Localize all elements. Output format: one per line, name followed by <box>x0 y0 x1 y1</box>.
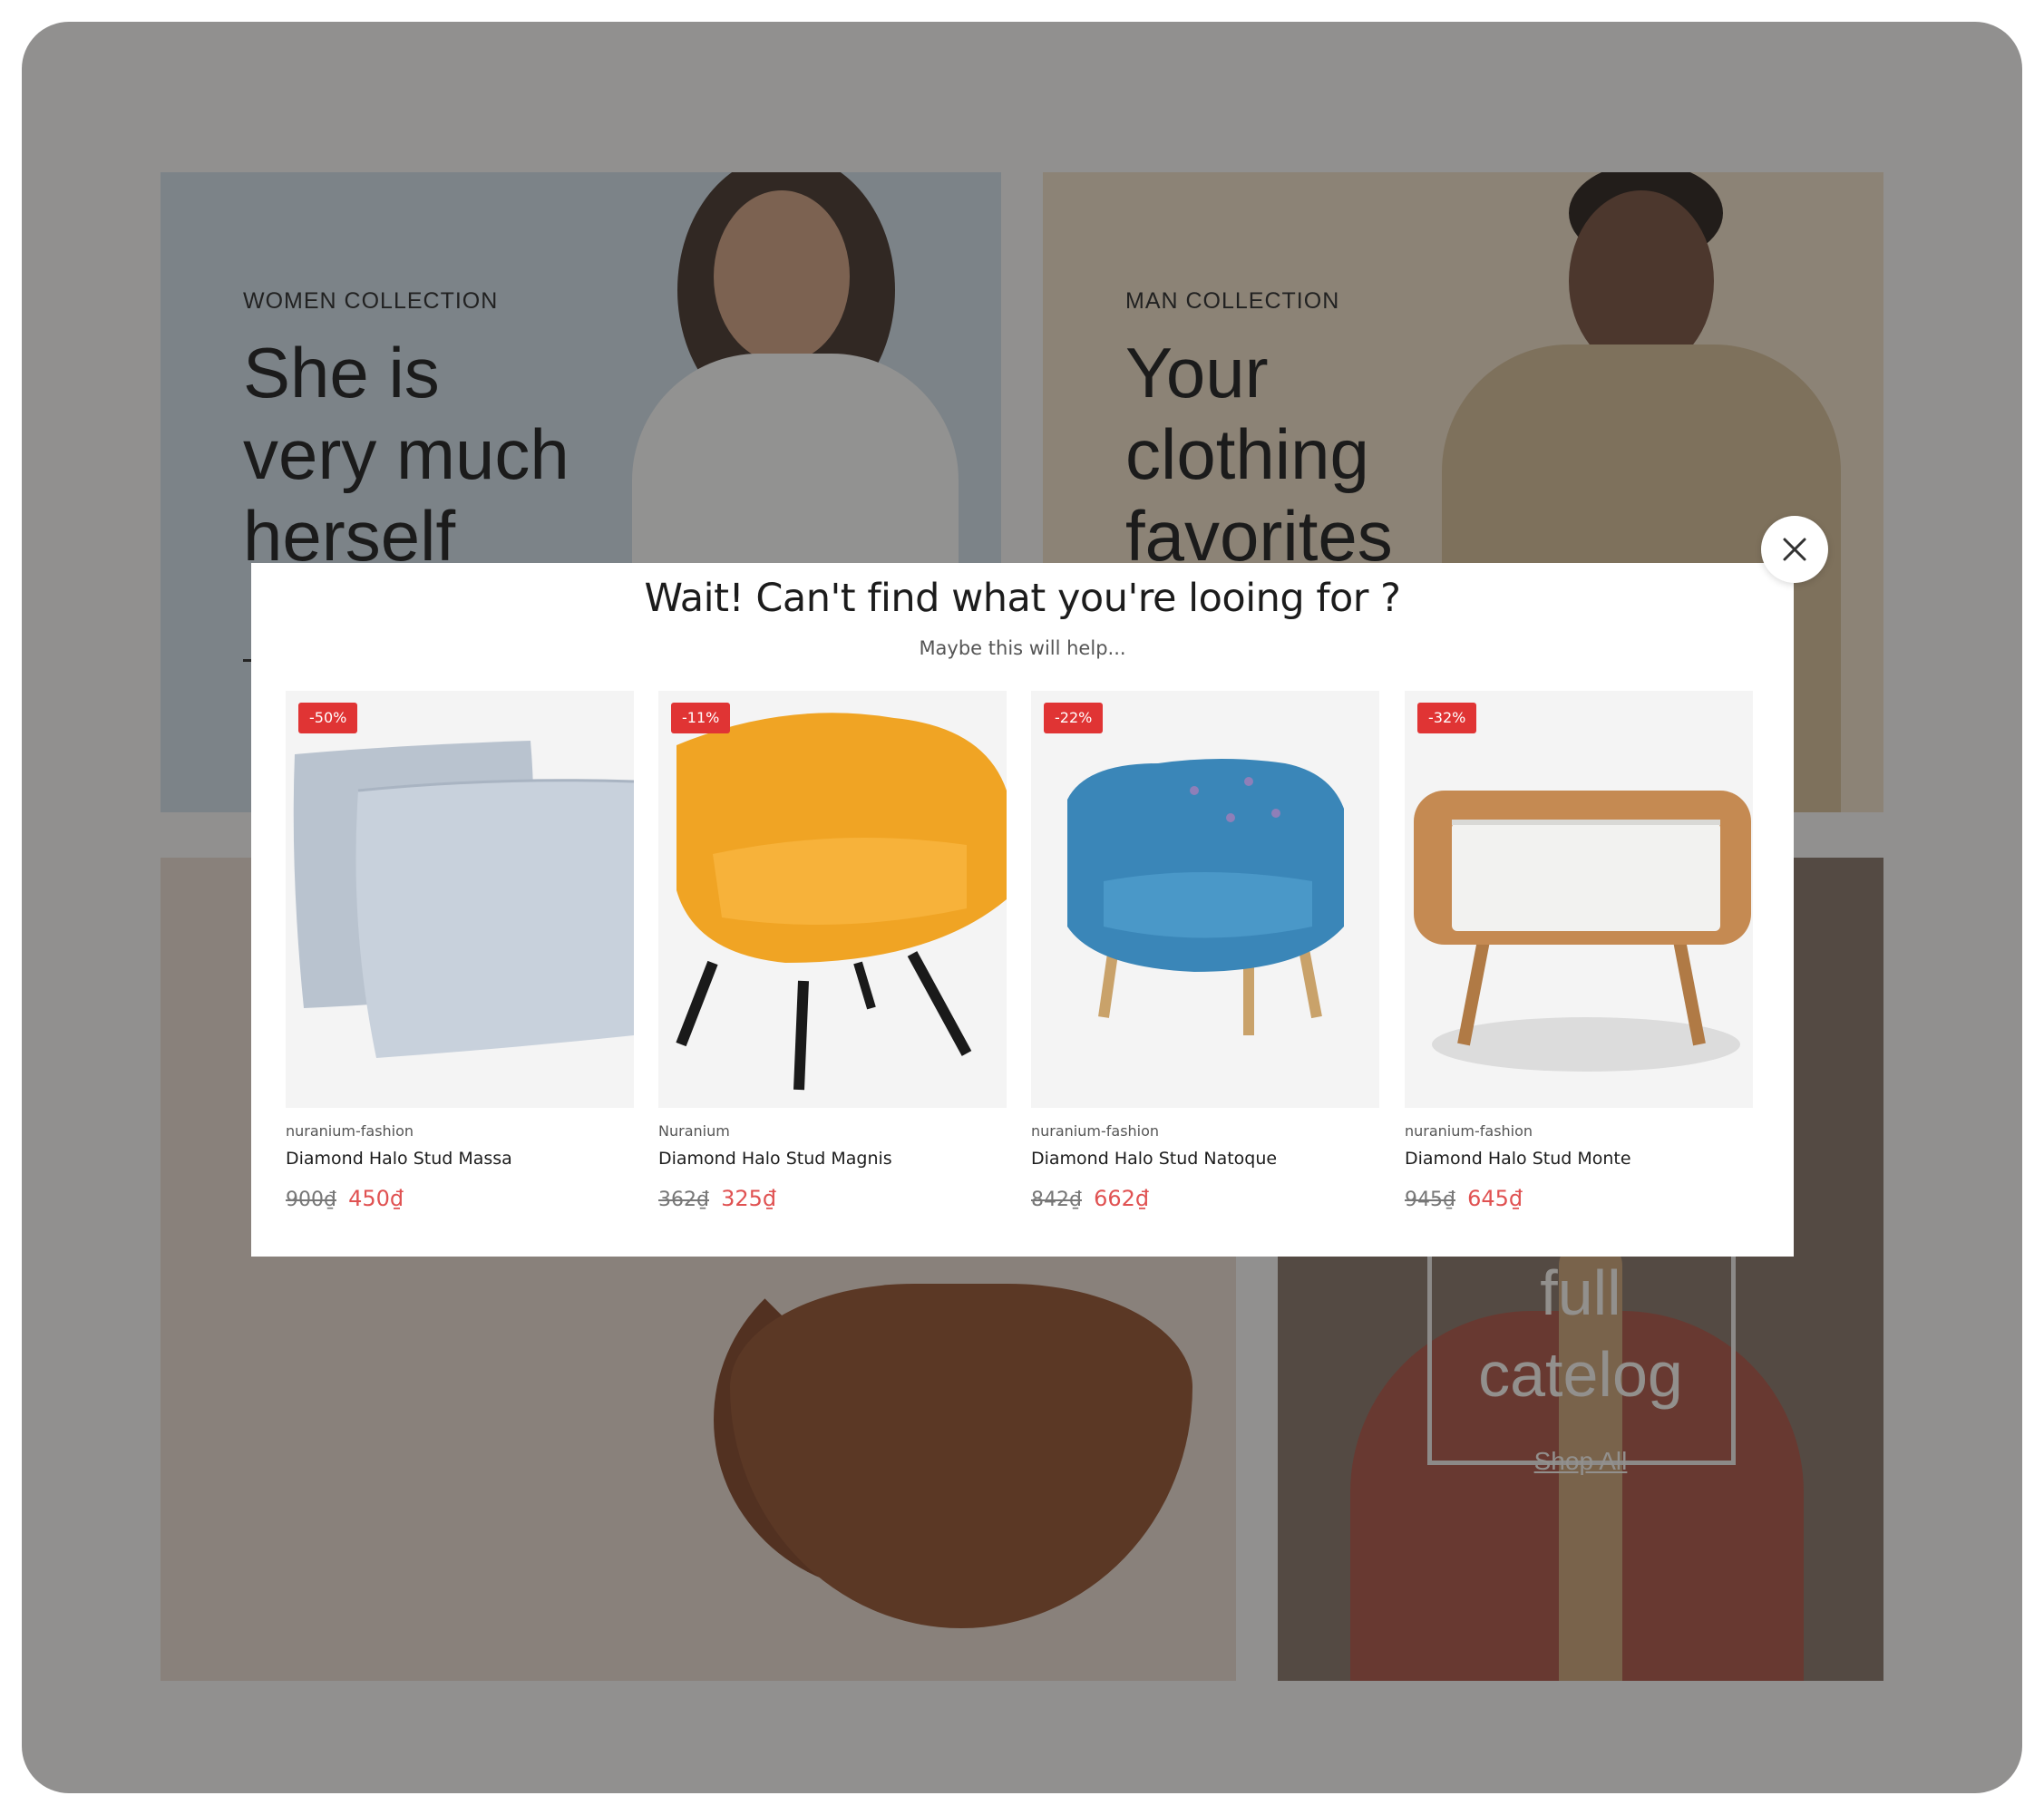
product-image[interactable]: -11% <box>658 691 1007 1108</box>
product-prices: 362₫ 325₫ <box>658 1186 776 1211</box>
nightstand-image <box>1414 791 1751 1072</box>
product-image[interactable]: -50% <box>286 691 634 1108</box>
close-modal-button[interactable] <box>1761 516 1828 583</box>
product-prices: 842₫ 662₫ <box>1031 1186 1149 1211</box>
product-prices: 900₫ 450₫ <box>286 1186 404 1211</box>
product-vendor[interactable]: Nuranium <box>658 1122 730 1140</box>
product-vendor[interactable]: nuranium-fashion <box>1405 1122 1533 1140</box>
modal-title: Wait! Can't find what you're looing for … <box>644 576 1401 621</box>
sale-price: 662₫ <box>1094 1186 1150 1211</box>
product-card[interactable]: -32% nuranium-fashion Diamond Halo Stud … <box>1405 691 1753 1211</box>
old-price: 945₫ <box>1405 1189 1455 1211</box>
sale-price: 645₫ <box>1467 1186 1523 1211</box>
product-vendor[interactable]: nuranium-fashion <box>286 1122 414 1140</box>
product-card[interactable]: -50% nuranium-fashion Diamond Halo Stud … <box>286 691 634 1211</box>
product-card[interactable]: -22% nuranium-fashion Diamond Halo Stud … <box>1031 691 1379 1211</box>
modal-subtitle: Maybe this will help... <box>919 637 1126 659</box>
product-name[interactable]: Diamond Halo Stud Massa <box>286 1149 512 1169</box>
product-image[interactable]: -32% <box>1405 691 1753 1108</box>
old-price: 842₫ <box>1031 1189 1082 1211</box>
discount-badge: -11% <box>671 703 731 733</box>
product-vendor[interactable]: nuranium-fashion <box>1031 1122 1159 1140</box>
old-price: 900₫ <box>286 1189 336 1211</box>
recommendation-modal: Wait! Can't find what you're looing for … <box>251 563 1794 1257</box>
blue-armchair-image <box>1067 759 1344 1035</box>
old-price: 362₫ <box>658 1189 709 1211</box>
product-prices: 945₫ 645₫ <box>1405 1186 1523 1211</box>
product-card[interactable]: -11% Nuranium Diamond Halo Stud Magnis 3… <box>658 691 1007 1211</box>
sale-price: 450₫ <box>348 1186 404 1211</box>
discount-badge: -50% <box>298 703 358 733</box>
discount-badge: -32% <box>1417 703 1477 733</box>
product-name[interactable]: Diamond Halo Stud Monte <box>1405 1149 1631 1169</box>
product-name[interactable]: Diamond Halo Stud Natoque <box>1031 1149 1277 1169</box>
close-icon <box>1783 538 1806 561</box>
discount-badge: -22% <box>1044 703 1104 733</box>
product-image[interactable]: -22% <box>1031 691 1379 1108</box>
sale-price: 325₫ <box>721 1186 777 1211</box>
pillows-image <box>293 741 634 1058</box>
product-name[interactable]: Diamond Halo Stud Magnis <box>658 1149 892 1169</box>
yellow-armchair-image <box>676 713 1007 1091</box>
